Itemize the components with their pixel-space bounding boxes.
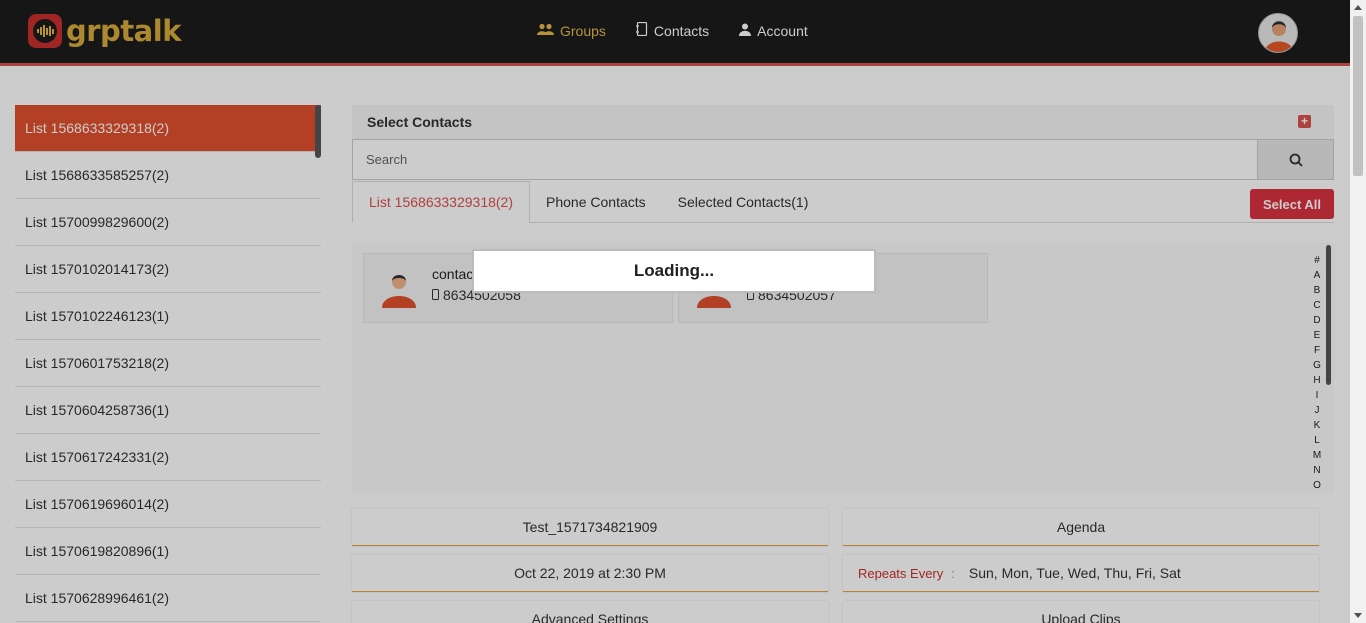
loading-dialog: Loading... [472,249,876,293]
loading-text: Loading... [633,261,715,280]
scroll-down-icon[interactable] [1354,613,1362,618]
page-scrollbar[interactable] [1350,0,1366,623]
page-scroll-thumb[interactable] [1353,16,1363,176]
scroll-up-icon[interactable] [1354,5,1362,10]
loading-overlay [0,0,1350,623]
